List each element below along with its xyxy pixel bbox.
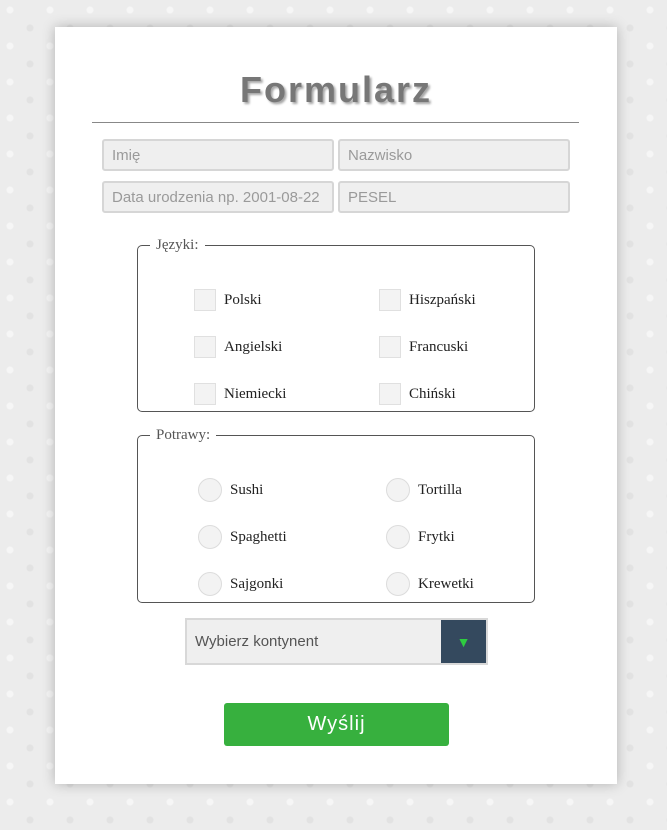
page-title: Formularz: [239, 69, 433, 110]
radio-button[interactable]: [386, 478, 410, 502]
checkbox[interactable]: [379, 383, 401, 405]
radio-button[interactable]: [386, 572, 410, 596]
dish-option-spaghetti[interactable]: Spaghetti: [198, 525, 287, 549]
dish-option-tortilla[interactable]: Tortilla: [386, 478, 462, 502]
dish-option-sajgonki[interactable]: Sajgonki: [198, 572, 283, 596]
dish-option-frytki[interactable]: Frytki: [386, 525, 455, 549]
checkbox-label: Niemiecki: [224, 385, 287, 402]
checkbox-label: Hiszpański: [409, 291, 476, 308]
language-option-hiszpanski[interactable]: Hiszpański: [379, 289, 476, 311]
languages-fieldset: Języki: Polski Hiszpański Angielski Fran…: [137, 237, 535, 412]
radio-label: Krewetki: [418, 575, 474, 592]
dishes-fieldset: Potrawy: Sushi Tortilla Spaghetti Frytki…: [137, 427, 535, 603]
dish-option-krewetki[interactable]: Krewetki: [386, 572, 474, 596]
submit-button[interactable]: Wyślij: [224, 703, 449, 746]
continent-select[interactable]: Wybierz kontynent ▼: [185, 618, 488, 665]
language-option-niemiecki[interactable]: Niemiecki: [194, 383, 286, 405]
checkbox[interactable]: [194, 336, 216, 358]
radio-label: Frytki: [418, 528, 455, 545]
radio-button[interactable]: [198, 525, 222, 549]
birth-date-input[interactable]: [102, 181, 334, 213]
radio-label: Spaghetti: [230, 528, 287, 545]
checkbox-label: Angielski: [224, 338, 283, 355]
first-name-input[interactable]: [102, 139, 334, 171]
continent-select-value: Wybierz kontynent: [195, 633, 319, 650]
checkbox[interactable]: [379, 289, 401, 311]
radio-label: Sushi: [230, 481, 264, 498]
checkbox-label: Francuski: [409, 338, 469, 355]
language-option-angielski[interactable]: Angielski: [194, 336, 282, 358]
radio-label: Sajgonki: [230, 575, 284, 592]
language-option-chinski[interactable]: Chiński: [379, 383, 456, 405]
checkbox-label: Polski: [224, 291, 262, 308]
checkbox-label: Chiński: [409, 385, 456, 402]
checkbox[interactable]: [194, 383, 216, 405]
dishes-legend: Potrawy:: [156, 427, 211, 443]
radio-label: Tortilla: [418, 481, 462, 498]
language-option-francuski[interactable]: Francuski: [379, 336, 468, 358]
pesel-input[interactable]: [338, 181, 570, 213]
languages-legend: Języki:: [156, 237, 199, 253]
language-option-polski[interactable]: Polski: [194, 289, 262, 311]
checkbox[interactable]: [379, 336, 401, 358]
last-name-input[interactable]: [338, 139, 570, 171]
dish-option-sushi[interactable]: Sushi: [198, 478, 263, 502]
radio-button[interactable]: [198, 572, 222, 596]
triangle-down-icon[interactable]: ▼: [441, 620, 486, 663]
radio-button[interactable]: [198, 478, 222, 502]
form-card: Formularz Języki: Polski Hiszpański Angi…: [55, 27, 617, 784]
checkbox[interactable]: [194, 289, 216, 311]
title-divider: [92, 122, 579, 123]
radio-button[interactable]: [386, 525, 410, 549]
